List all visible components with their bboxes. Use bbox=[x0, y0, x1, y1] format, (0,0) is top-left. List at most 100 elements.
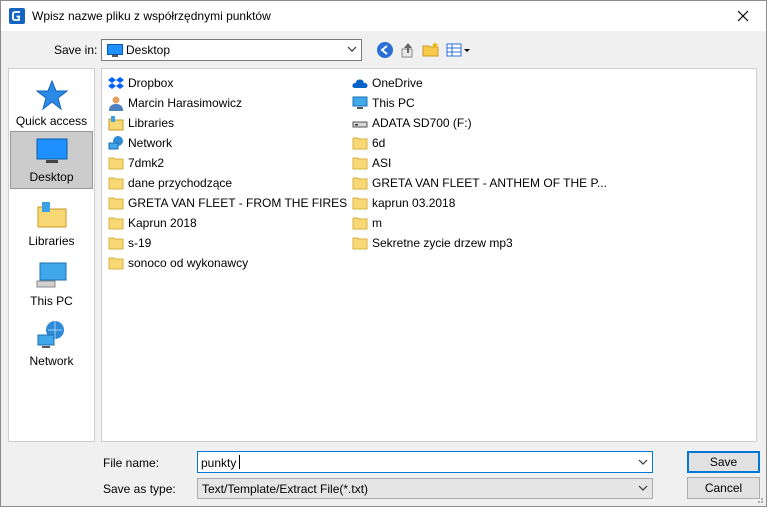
this-pc-icon bbox=[352, 96, 368, 109]
item-label: Sekretne zycie drzew mp3 bbox=[372, 236, 513, 250]
list-item[interactable]: Kaprun 2018 bbox=[108, 214, 197, 232]
folder-icon bbox=[352, 157, 368, 170]
cancel-button[interactable]: Cancel bbox=[687, 477, 760, 499]
list-item[interactable]: Libraries bbox=[108, 114, 174, 132]
chevron-down-icon bbox=[638, 485, 648, 491]
places-item-quick-access[interactable]: Quick access bbox=[10, 74, 93, 132]
save-as-type-value: Text/Template/Extract File(*.txt) bbox=[202, 482, 369, 496]
file-name-value: punkty bbox=[201, 456, 237, 470]
item-label: Kaprun 2018 bbox=[128, 216, 197, 230]
places-label: Desktop bbox=[29, 170, 74, 184]
libraries-icon bbox=[108, 116, 124, 131]
folder-icon bbox=[108, 177, 124, 190]
quick-access-star-icon bbox=[35, 79, 68, 111]
text-cursor bbox=[239, 455, 240, 469]
close-button[interactable] bbox=[720, 1, 766, 31]
file-name-label: File name: bbox=[103, 456, 160, 470]
list-item[interactable]: s-19 bbox=[108, 234, 151, 252]
list-item[interactable]: This PC bbox=[352, 94, 415, 112]
list-item[interactable]: kaprun 03.2018 bbox=[352, 194, 455, 212]
item-label: ADATA SD700 (F:) bbox=[372, 116, 472, 130]
save-as-type-label: Save as type: bbox=[103, 482, 176, 496]
places-item-libraries[interactable]: Libraries bbox=[10, 194, 93, 252]
list-item[interactable]: Network bbox=[108, 134, 172, 152]
desktop-icon bbox=[36, 138, 67, 163]
folder-icon bbox=[108, 197, 124, 210]
list-item[interactable]: Dropbox bbox=[108, 74, 173, 92]
save-in-label: Save in: bbox=[54, 43, 98, 57]
folder-icon bbox=[352, 137, 368, 150]
item-label: GRETA VAN FLEET - ANTHEM OF THE P... bbox=[372, 176, 607, 190]
up-folder-icon[interactable] bbox=[399, 41, 417, 59]
folder-icon bbox=[352, 217, 368, 230]
drive-icon bbox=[352, 121, 368, 128]
places-item-desktop[interactable]: Desktop bbox=[10, 131, 93, 189]
folder-icon bbox=[352, 197, 368, 210]
chevron-down-icon bbox=[347, 46, 357, 52]
item-label: Libraries bbox=[128, 116, 175, 130]
list-item[interactable]: 6d bbox=[352, 134, 385, 152]
places-label: Network bbox=[29, 354, 74, 368]
item-label: kaprun 03.2018 bbox=[372, 196, 456, 210]
places-label: This PC bbox=[30, 294, 73, 308]
network-icon bbox=[108, 136, 123, 150]
file-list: Dropbox Marcin Harasimowicz Libraries Ne… bbox=[101, 68, 757, 442]
list-item[interactable]: Marcin Harasimowicz bbox=[108, 94, 242, 112]
title-bar: Wpisz nazwe pliku z współrzędnymi punktó… bbox=[1, 1, 766, 31]
item-label: Network bbox=[128, 136, 173, 150]
item-label: dane przychodzące bbox=[128, 176, 233, 190]
window-title: Wpisz nazwe pliku z współrzędnymi punktó… bbox=[32, 9, 271, 23]
location-dropdown[interactable]: Desktop bbox=[101, 39, 362, 61]
list-item[interactable]: GRETA VAN FLEET - ANTHEM OF THE P... bbox=[352, 174, 607, 192]
app-logo-icon bbox=[9, 8, 25, 24]
list-item[interactable]: m bbox=[352, 214, 382, 232]
desktop-icon bbox=[107, 44, 123, 57]
item-label: m bbox=[372, 216, 382, 230]
item-label: 6d bbox=[372, 136, 386, 150]
folder-icon bbox=[108, 217, 124, 230]
folder-icon bbox=[108, 237, 124, 250]
network-icon bbox=[37, 321, 64, 348]
places-item-network[interactable]: Network bbox=[10, 314, 93, 372]
save-as-type-dropdown[interactable]: Text/Template/Extract File(*.txt) bbox=[197, 478, 653, 499]
item-label: Marcin Harasimowicz bbox=[128, 96, 243, 110]
item-label: This PC bbox=[372, 96, 415, 110]
view-menu-icon[interactable] bbox=[446, 41, 472, 59]
back-icon[interactable] bbox=[376, 41, 394, 59]
this-pc-icon bbox=[36, 262, 66, 288]
chevron-down-icon[interactable] bbox=[638, 458, 648, 466]
list-item[interactable]: ASI bbox=[352, 154, 391, 172]
file-name-input[interactable]: punkty bbox=[197, 451, 653, 473]
dropbox-icon bbox=[108, 77, 124, 89]
save-button[interactable]: Save bbox=[687, 451, 760, 473]
item-label: 7dmk2 bbox=[128, 156, 165, 170]
location-value: Desktop bbox=[126, 43, 171, 57]
list-item[interactable]: sonoco od wykonawcy bbox=[108, 254, 248, 272]
item-label: OneDrive bbox=[372, 76, 423, 90]
places-bar: Quick access Desktop Libraries This PC N… bbox=[8, 68, 95, 442]
places-label: Libraries bbox=[28, 234, 75, 248]
folder-icon bbox=[108, 257, 124, 270]
resize-grip-icon[interactable] bbox=[754, 494, 764, 504]
item-label: s-19 bbox=[128, 236, 152, 250]
list-item[interactable]: dane przychodzące bbox=[108, 174, 232, 192]
libraries-icon bbox=[37, 202, 66, 228]
list-item[interactable]: Sekretne zycie drzew mp3 bbox=[352, 234, 513, 252]
item-label: sonoco od wykonawcy bbox=[128, 256, 249, 270]
list-item[interactable]: 7dmk2 bbox=[108, 154, 164, 172]
close-icon bbox=[737, 10, 749, 22]
list-item[interactable]: OneDrive bbox=[352, 74, 423, 92]
folder-icon bbox=[108, 157, 124, 170]
list-item[interactable]: ADATA SD700 (F:) bbox=[352, 114, 472, 132]
new-folder-icon[interactable] bbox=[422, 41, 440, 59]
folder-icon bbox=[352, 177, 368, 190]
item-label: GRETA VAN FLEET - FROM THE FIRES bbox=[128, 196, 348, 210]
item-label: Dropbox bbox=[128, 76, 174, 90]
onedrive-icon bbox=[352, 79, 368, 88]
list-item[interactable]: GRETA VAN FLEET - FROM THE FIRES bbox=[108, 194, 347, 212]
save-dialog: Wpisz nazwe pliku z współrzędnymi punktó… bbox=[0, 0, 767, 507]
places-item-this-pc[interactable]: This PC bbox=[10, 254, 93, 312]
places-label: Quick access bbox=[15, 114, 88, 128]
user-folder-icon bbox=[109, 96, 123, 111]
folder-icon bbox=[352, 237, 368, 250]
